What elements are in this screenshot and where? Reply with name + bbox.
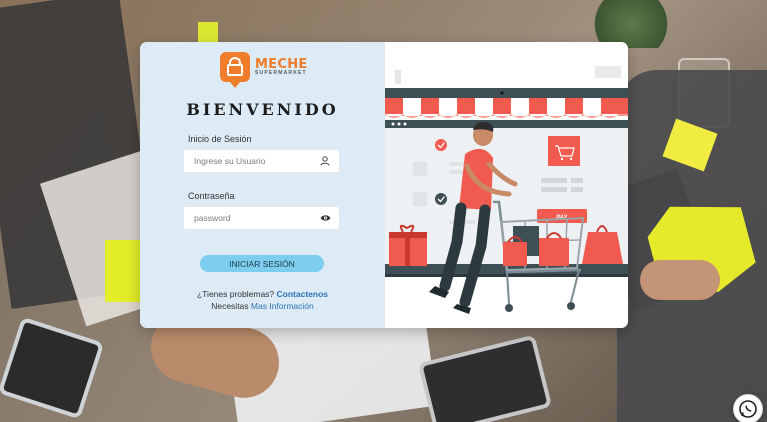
help-line: ¿Tienes problemas? Contactenos: [140, 289, 385, 299]
password-field[interactable]: [183, 206, 340, 230]
user-icon: [319, 155, 331, 167]
more-info-link[interactable]: Mas Información: [251, 301, 314, 311]
info-text: Necesitas: [211, 301, 249, 311]
password-input[interactable]: [194, 213, 319, 223]
whatsapp-icon: [739, 400, 757, 418]
username-field[interactable]: [183, 149, 340, 173]
username-label: Inicio de Sesión: [188, 134, 252, 144]
page-title: BIENVENIDO: [186, 100, 339, 119]
contact-link[interactable]: Contactenos: [277, 289, 328, 299]
login-panel: MECHE SUPERMARKET BIENVENIDO Inicio de S…: [140, 42, 385, 328]
eye-icon[interactable]: [319, 212, 331, 224]
shopping-bag-icon: [220, 52, 250, 88]
brand-logo: MECHE SUPERMARKET: [220, 52, 308, 88]
username-input[interactable]: [194, 156, 319, 166]
help-text: ¿Tienes problemas?: [196, 289, 275, 299]
brand-subtitle: SUPERMARKET: [255, 70, 307, 76]
illustration-panel: PAY: [385, 42, 628, 328]
info-line: Necesitas Mas Información: [140, 301, 385, 311]
login-button[interactable]: INICIAR SESIÓN: [200, 255, 324, 272]
login-card: MECHE SUPERMARKET BIENVENIDO Inicio de S…: [140, 42, 628, 328]
shopping-illustration: PAY: [385, 42, 628, 328]
whatsapp-button[interactable]: [733, 394, 763, 422]
password-label: Contraseña: [188, 191, 235, 201]
